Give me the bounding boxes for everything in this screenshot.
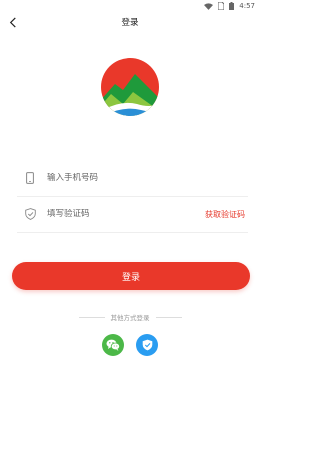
- status-bar: 4:57: [0, 0, 260, 12]
- wechat-icon: [106, 339, 120, 351]
- shield-icon: [142, 339, 152, 351]
- divider-right: [155, 316, 182, 318]
- social-login-options: [0, 334, 260, 356]
- phone-icon: [23, 171, 37, 185]
- phone-field: [17, 160, 248, 197]
- app-logo: [101, 58, 159, 116]
- shield-check-icon: [23, 207, 37, 221]
- sim-icon: [218, 2, 225, 10]
- code-field: 获取验证码: [17, 196, 248, 233]
- wechat-login-button[interactable]: [102, 334, 124, 356]
- get-code-button[interactable]: 获取验证码: [205, 209, 245, 220]
- page-title: 登录: [121, 18, 139, 28]
- phone-input[interactable]: [47, 173, 248, 183]
- code-input[interactable]: [47, 209, 205, 219]
- wifi-icon: [204, 2, 214, 10]
- divider-left: [78, 316, 105, 318]
- status-time: 4:57: [239, 2, 255, 10]
- battery-icon: [229, 2, 235, 10]
- mountain-sun-logo: [101, 58, 159, 116]
- login-button[interactable]: 登录: [12, 262, 250, 290]
- shield-login-button[interactable]: [136, 334, 158, 356]
- back-button[interactable]: [6, 15, 20, 29]
- nav-bar: 登录: [0, 12, 260, 32]
- chevron-left-icon: [9, 16, 16, 28]
- other-login-label: 其他方式登录: [110, 314, 150, 322]
- other-login-divider: 其他方式登录: [0, 312, 260, 322]
